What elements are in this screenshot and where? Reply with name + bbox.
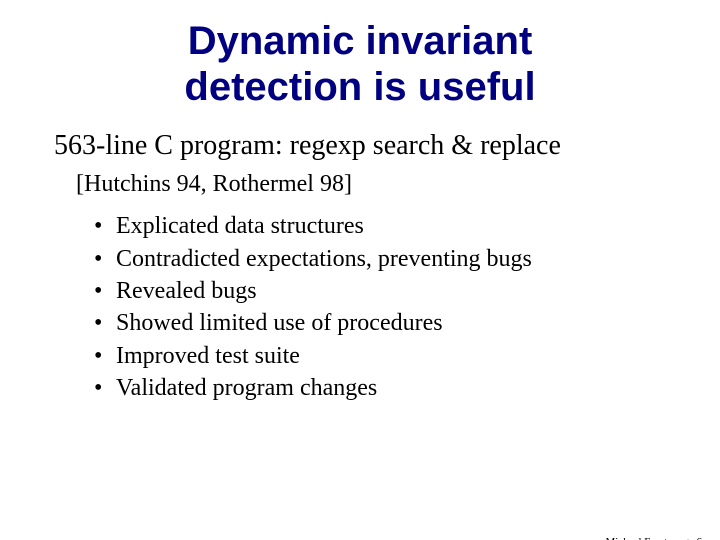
title-line-1: Dynamic invariant	[188, 19, 533, 63]
footer-author: Michael Ernst	[605, 536, 667, 540]
subtitle: 563-line C program: regexp search & repl…	[54, 128, 666, 163]
list-item: Improved test suite	[94, 340, 666, 372]
citation: [Hutchins 94, Rothermel 98]	[76, 169, 666, 200]
title-line-2: detection is useful	[184, 65, 535, 109]
list-item: Validated program changes	[94, 372, 666, 404]
footer-page-number: 6	[697, 536, 703, 540]
slide-title: Dynamic invariant detection is useful	[40, 18, 680, 110]
list-item: Contradicted expectations, preventing bu…	[94, 243, 666, 275]
footer-page-label: page	[673, 536, 694, 540]
slide: Dynamic invariant detection is useful 56…	[0, 18, 720, 540]
list-item: Explicated data structures	[94, 210, 666, 242]
list-item: Revealed bugs	[94, 275, 666, 307]
bullet-list: Explicated data structures Contradicted …	[94, 210, 666, 404]
slide-body: 563-line C program: regexp search & repl…	[0, 128, 720, 405]
footer: Michael Ernst, page 6	[605, 536, 702, 540]
list-item: Showed limited use of procedures	[94, 307, 666, 339]
